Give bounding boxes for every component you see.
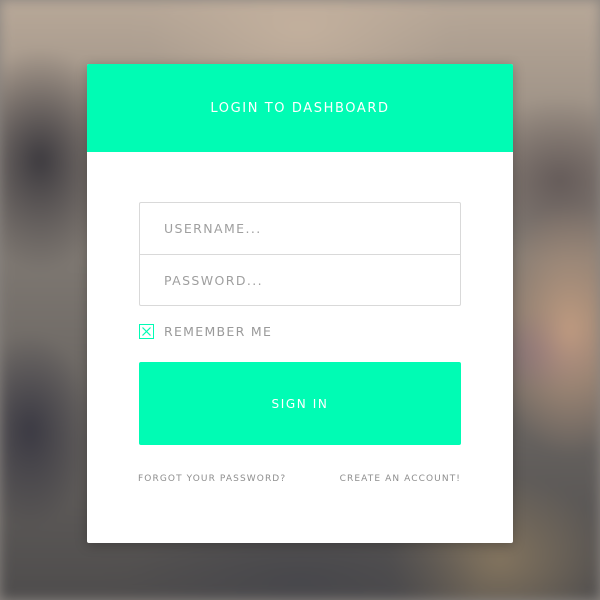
footer-links: FORGOT YOUR PASSWORD? CREATE AN ACCOUNT! [138,474,461,484]
forgot-password-link[interactable]: FORGOT YOUR PASSWORD? [138,474,286,484]
login-card: LOGIN TO DASHBOARD REMEMBER ME SIGN IN F… [87,64,513,543]
remember-me-toggle[interactable]: REMEMBER ME [139,324,272,339]
page-title: LOGIN TO DASHBOARD [210,100,390,116]
sign-in-button[interactable]: SIGN IN [139,362,461,445]
check-x-icon [142,327,151,336]
username-input[interactable] [140,203,460,254]
card-header: LOGIN TO DASHBOARD [87,64,513,152]
remember-me-checkbox[interactable] [139,324,154,339]
remember-me-label: REMEMBER ME [164,324,273,339]
credentials-group [139,202,461,306]
password-input[interactable] [140,254,460,305]
create-account-link[interactable]: CREATE AN ACCOUNT! [340,474,461,484]
